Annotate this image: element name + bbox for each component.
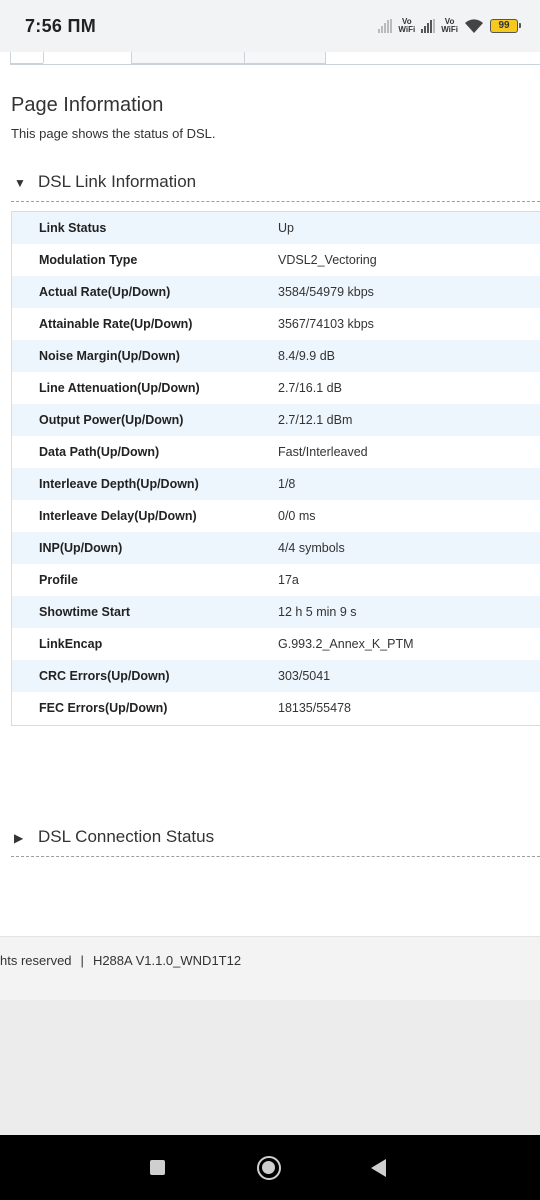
vowifi-icon-1: Vo WiFi <box>398 17 416 34</box>
table-row: Actual Rate(Up/Down) 3584/54979 kbps <box>12 276 540 308</box>
table-row: Data Path(Up/Down) Fast/Interleaved <box>12 436 540 468</box>
table-row: Interleave Delay(Up/Down) 0/0 ms <box>12 500 540 532</box>
tab-strip <box>0 52 540 65</box>
row-value: G.993.2_Annex_K_PTM <box>278 637 414 651</box>
row-value: 1/8 <box>278 477 296 491</box>
row-key: Data Path(Up/Down) <box>39 445 160 459</box>
cell-signal-icon-2 <box>421 19 436 33</box>
dsl-link-table: Link Status Up Modulation Type VDSL2_Vector… <box>11 211 540 726</box>
row-key: Output Power(Up/Down) <box>39 413 184 427</box>
page-description: This page shows the status of DSL. <box>11 126 216 141</box>
row-value: 3567/74103 kbps <box>278 317 374 331</box>
table-row: Profile 17a <box>12 564 540 596</box>
table-row: CRC Errors(Up/Down) 303/5041 <box>12 660 540 692</box>
wifi-icon <box>465 19 483 33</box>
table-row: Modulation Type VDSL2_Vectoring <box>12 244 540 276</box>
row-value: Fast/Interleaved <box>278 445 368 459</box>
row-key: Interleave Depth(Up/Down) <box>39 477 199 491</box>
page-bottom-area <box>0 1000 540 1135</box>
triangle-right-icon: ▶ <box>14 831 24 845</box>
status-icons: Vo WiFi Vo WiFi 99 <box>378 17 521 34</box>
battery-icon: 99 <box>490 19 521 33</box>
tab-1[interactable] <box>10 52 44 64</box>
row-key: Actual Rate(Up/Down) <box>39 285 171 299</box>
cell-signal-icon-1 <box>378 19 393 33</box>
footer-text: hts reserved | H288A V1.1.0_WND1T12 <box>0 953 241 968</box>
row-value: 303/5041 <box>278 669 331 683</box>
dsl-connection-section-title: DSL Connection Status <box>38 827 215 846</box>
row-value: 17a <box>278 573 299 587</box>
row-value: 2.7/12.1 dBm <box>278 413 353 427</box>
vowifi-icon-2: Vo WiFi <box>441 17 458 34</box>
row-key: Noise Margin(Up/Down) <box>39 349 180 363</box>
tab-4[interactable] <box>244 52 326 64</box>
dsl-connection-section-header[interactable]: ▶ DSL Connection Status <box>11 823 540 857</box>
status-bar: 7:56 ПМ Vo WiFi Vo WiFi 99 <box>0 0 540 52</box>
dsl-link-section-title: DSL Link Information <box>38 172 197 191</box>
footer: hts reserved | H288A V1.1.0_WND1T12 <box>0 936 540 1000</box>
tab-2[interactable] <box>43 52 132 64</box>
table-row: Line Attenuation(Up/Down) 2.7/16.1 dB <box>12 372 540 404</box>
row-value: VDSL2_Vectoring <box>278 253 377 267</box>
row-value: 3584/54979 kbps <box>278 285 374 299</box>
table-row: Attainable Rate(Up/Down) 3567/74103 kbps <box>12 308 540 340</box>
table-row: Noise Margin(Up/Down) 8.4/9.9 dB <box>12 340 540 372</box>
tab-3[interactable] <box>131 52 245 64</box>
table-row: Showtime Start 12 h 5 min 9 s <box>12 596 540 628</box>
row-value: 8.4/9.9 dB <box>278 349 335 363</box>
row-value: 12 h 5 min 9 s <box>278 605 357 619</box>
tab-divider <box>10 64 540 65</box>
table-row: INP(Up/Down) 4/4 symbols <box>12 532 540 564</box>
dsl-link-section-header[interactable]: ▼ DSL Link Information <box>11 168 540 202</box>
footer-separator: | <box>80 953 84 968</box>
row-value: Up <box>278 221 294 235</box>
triangle-down-icon: ▼ <box>14 176 26 190</box>
footer-copyright: hts reserved <box>0 953 72 968</box>
table-row: LinkEncap G.993.2_Annex_K_PTM <box>12 628 540 660</box>
back-icon[interactable] <box>371 1159 386 1177</box>
page-title: Page Information <box>11 94 164 116</box>
row-value: 2.7/16.1 dB <box>278 381 342 395</box>
footer-firmware: H288A V1.1.0_WND1T12 <box>92 953 242 968</box>
row-key: INP(Up/Down) <box>39 541 123 555</box>
status-time: 7:56 ПМ <box>25 15 97 36</box>
row-key: Modulation Type <box>39 253 138 267</box>
home-icon[interactable] <box>257 1156 281 1180</box>
row-key: Profile <box>39 573 78 587</box>
row-key: Line Attenuation(Up/Down) <box>39 381 200 395</box>
table-row: FEC Errors(Up/Down) 18135/55478 <box>12 692 540 724</box>
row-key: CRC Errors(Up/Down) <box>39 669 170 683</box>
recents-icon[interactable] <box>150 1160 165 1175</box>
row-key: Interleave Delay(Up/Down) <box>39 509 197 523</box>
table-row: Link Status Up <box>12 212 540 244</box>
row-value: 18135/55478 <box>278 701 351 715</box>
row-value: 0/0 ms <box>278 509 316 523</box>
row-key: Attainable Rate(Up/Down) <box>39 317 193 331</box>
row-key: FEC Errors(Up/Down) <box>39 701 168 715</box>
table-row: Interleave Depth(Up/Down) 1/8 <box>12 468 540 500</box>
row-value: 4/4 symbols <box>278 541 345 555</box>
table-row: Output Power(Up/Down) 2.7/12.1 dBm <box>12 404 540 436</box>
row-key: LinkEncap <box>39 637 103 651</box>
navigation-bar <box>0 1135 540 1200</box>
row-key: Showtime Start <box>39 605 130 619</box>
row-key: Link Status <box>39 221 107 235</box>
